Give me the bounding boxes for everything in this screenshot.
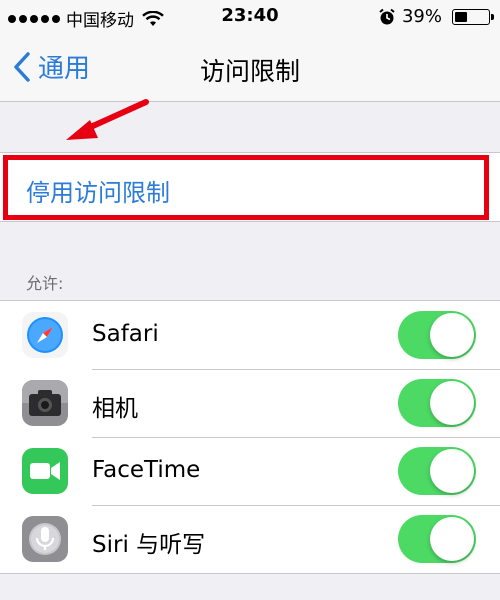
list-item-safari: Safari (0, 301, 500, 369)
disable-restrictions-cell[interactable]: 停用访问限制 (0, 152, 500, 222)
list-item-siri: Siri 与听写 (0, 505, 500, 573)
toggle-knob (430, 313, 474, 357)
facetime-toggle[interactable] (398, 447, 476, 495)
battery-level (455, 11, 468, 22)
app-label: Safari (92, 321, 159, 347)
siri-icon (22, 516, 68, 562)
battery-icon (452, 8, 494, 25)
siri-toggle[interactable] (398, 515, 476, 563)
battery-percent: 39% (401, 6, 442, 27)
list-item-facetime: FaceTime (0, 437, 500, 505)
allow-section-header: 允许: (26, 274, 64, 293)
facetime-icon (22, 448, 68, 494)
status-right: 39% (378, 6, 494, 27)
page-title: 访问限制 (199, 57, 300, 86)
camera-icon (22, 380, 68, 426)
app-label: 相机 (92, 396, 138, 422)
camera-toggle[interactable] (398, 379, 476, 427)
safari-toggle[interactable] (398, 311, 476, 359)
toggle-knob (430, 449, 474, 493)
list-item-camera: 相机 (0, 369, 500, 437)
alarm-icon (379, 8, 395, 24)
toggle-knob (430, 517, 474, 561)
safari-icon (22, 312, 68, 358)
navigation-bar: 通用 访问限制 (0, 34, 500, 102)
allowed-apps-list: Safari 相机 FaceTime Siri 与听写 (0, 300, 500, 574)
annotation-arrow-icon (66, 99, 149, 140)
disable-restrictions-label: 停用访问限制 (26, 179, 170, 207)
app-label: FaceTime (92, 457, 201, 483)
status-bar: 中国移动 23:40 39% (0, 0, 500, 34)
toggle-knob (430, 381, 474, 425)
app-label: Siri 与听写 (92, 532, 206, 558)
